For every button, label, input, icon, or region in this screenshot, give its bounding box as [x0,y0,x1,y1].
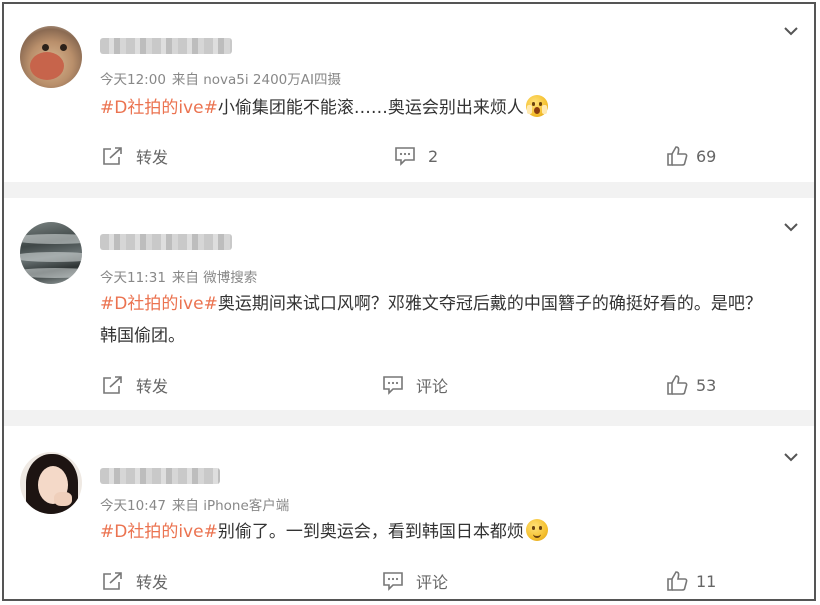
post-text: 奥运期间来试口风啊？邓雅文夺冠后戴的中国簪子的确挺好看的。是吧？ [217,294,762,314]
comment-post: 今天11:31 来自 微博搜索 #D社拍的ive#奥运期间来试口风啊？邓雅文夺冠后… [4,198,814,410]
post-time: 今天10:47 [100,498,166,514]
avatar[interactable] [20,452,82,514]
avatar[interactable] [20,222,82,284]
chevron-down-icon[interactable] [782,22,800,40]
like-count: 69 [696,146,717,166]
comment-icon [383,572,403,591]
share-icon [103,376,122,394]
thumbs-up-icon [667,571,688,591]
action-bar: 转发 评论 53 [4,370,814,400]
like-button[interactable]: 69 [666,141,716,171]
username-blurred [100,234,232,250]
post-source[interactable]: 来自 iPhone客户端 [172,498,289,514]
comment-icon [383,376,403,395]
comment-post: 今天12:00 来自 nova5i 2400万AI四摄 #D社拍的ive#小偷集团… [4,4,814,182]
share-icon [103,572,122,590]
post-text: 别偷了。一到奥运会，看到韩国日本都烦 [217,522,524,542]
hashtag-link[interactable]: #D社拍的ive# [100,522,218,542]
post-time: 今天12:00 [100,72,166,88]
action-bar: 转发 2 69 [4,141,814,171]
post-text: 韩国偷团。 [100,326,185,346]
like-count: 11 [696,571,717,591]
username-blurred [100,468,220,484]
comment-label: 评论 [416,377,449,396]
separator [4,182,814,198]
smile-emoji-icon [525,519,548,541]
share-icon [103,147,122,165]
share-label: 转发 [136,148,169,167]
comment-button[interactable]: 评论 [382,370,448,400]
thumbs-up-icon [667,146,688,166]
username-blurred [100,38,232,54]
hashtag-link[interactable]: #D社拍的ive# [100,294,218,314]
share-label: 转发 [136,573,169,592]
post-content: #D社拍的ive#别偷了。一到奥运会，看到韩国日本都烦 [100,516,800,548]
action-bar: 转发 评论 11 [4,566,814,596]
fright-emoji-icon [525,95,548,117]
comment-label: 2 [428,146,439,166]
like-button[interactable]: 11 [666,566,716,596]
like-button[interactable]: 53 [666,370,716,400]
avatar[interactable] [20,26,82,88]
post-source[interactable]: 来自 nova5i 2400万AI四摄 [172,72,341,88]
post-meta: 今天12:00 来自 nova5i 2400万AI四摄 [100,68,341,88]
share-label: 转发 [136,377,169,396]
post-time: 今天11:31 [100,270,166,286]
comment-button[interactable]: 2 [394,141,438,171]
comment-label: 评论 [416,573,449,592]
share-button[interactable]: 转发 [102,370,168,400]
post-meta: 今天10:47 来自 iPhone客户端 [100,494,289,514]
post-text: 小偷集团能不能滚……奥运会别出来烦人 [217,98,524,118]
separator [4,410,814,426]
comment-post: 今天10:47 来自 iPhone客户端 #D社拍的ive#别偷了。一到奥运会，看… [4,426,814,599]
chevron-down-icon[interactable] [782,218,800,236]
hashtag-link[interactable]: #D社拍的ive# [100,98,218,118]
post-meta: 今天11:31 来自 微博搜索 [100,266,257,286]
thumbs-up-icon [667,375,688,395]
share-button[interactable]: 转发 [102,566,168,596]
post-content: #D社拍的ive#奥运期间来试口风啊？邓雅文夺冠后戴的中国簪子的确挺好看的。是吧… [100,288,800,352]
chevron-down-icon[interactable] [782,448,800,466]
comment-button[interactable]: 评论 [382,566,448,596]
like-count: 53 [696,375,717,395]
weibo-comment-list: 今天12:00 来自 nova5i 2400万AI四摄 #D社拍的ive#小偷集团… [2,2,816,601]
post-source[interactable]: 来自 微博搜索 [172,270,257,286]
comment-icon [395,147,415,166]
post-content: #D社拍的ive#小偷集团能不能滚……奥运会别出来烦人 [100,92,800,124]
share-button[interactable]: 转发 [102,141,168,171]
